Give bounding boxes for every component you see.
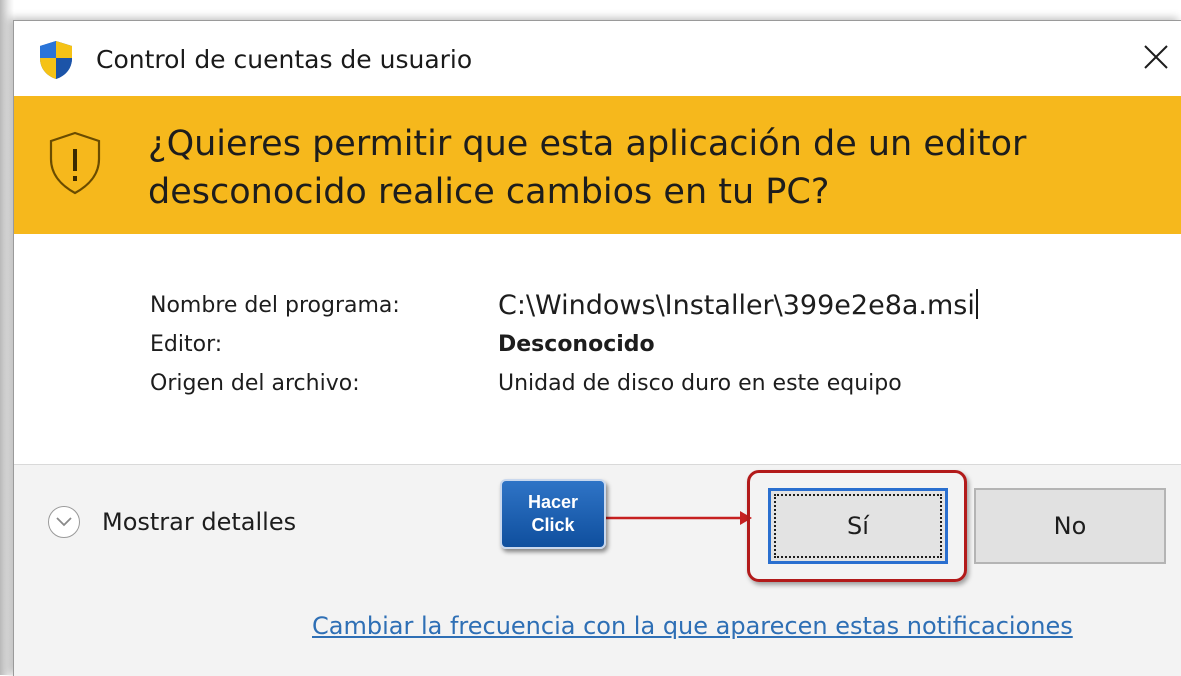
no-button[interactable]: No	[974, 488, 1166, 564]
notification-frequency-link[interactable]: Cambiar la frecuencia con la que aparece…	[312, 612, 1073, 640]
hint-line-2: Click	[531, 515, 575, 535]
hint-line-1: Hacer	[527, 492, 579, 512]
uac-dialog: Control de cuentas de usuario ¿Quieres p…	[13, 20, 1181, 676]
click-hint-badge: Hacer Click	[500, 479, 606, 549]
annotation-arrow	[606, 511, 752, 525]
yes-button[interactable]: Sí	[768, 488, 948, 564]
